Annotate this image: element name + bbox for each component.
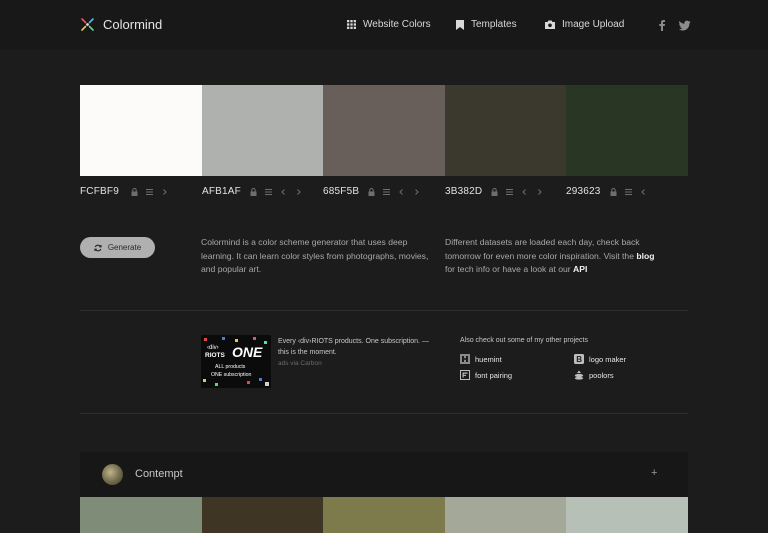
brand-name: Colormind	[103, 17, 163, 32]
project-poolors[interactable]: poolors	[574, 370, 614, 380]
chevron-left-icon[interactable]	[398, 188, 405, 196]
swatch-5[interactable]	[566, 85, 688, 176]
color-code-3[interactable]: 685F5B	[323, 186, 359, 197]
generate-button[interactable]: Generate	[80, 237, 155, 258]
ad-via[interactable]: ads via Carbon	[278, 360, 322, 367]
palette-card-contempt[interactable]: Contempt +	[80, 452, 688, 533]
datasets-text-before: Different datasets are loaded each day, …	[445, 237, 640, 261]
palette-card-swatch-5[interactable]	[566, 497, 688, 533]
nav-templates[interactable]: Templates	[456, 19, 517, 30]
ad-riots-text: RIOTS	[205, 352, 226, 359]
divider	[80, 310, 688, 311]
palette-swatches	[80, 85, 688, 176]
chevron-left-icon[interactable]	[640, 188, 647, 196]
generate-label: Generate	[107, 243, 142, 252]
ad-artwork: ‹div› RIOTS ONE ALL products ONE subscri…	[201, 335, 271, 388]
camera-icon	[545, 20, 555, 29]
nav-website-colors-label: Website Colors	[363, 19, 431, 30]
brand-logo[interactable]: Colormind	[80, 17, 162, 32]
chevron-right-icon[interactable]	[413, 188, 420, 196]
palette-card-swatch-3[interactable]	[323, 497, 445, 533]
chevron-left-icon[interactable]	[280, 188, 287, 196]
datasets-text-middle: for tech info or have a look at our	[445, 264, 574, 274]
lock-icon[interactable]	[250, 187, 257, 196]
huemint-icon	[460, 354, 470, 364]
poolors-icon	[574, 370, 584, 380]
project-huemint-label: huemint	[475, 354, 502, 364]
swatch-3[interactable]	[323, 85, 445, 176]
project-font-pairing[interactable]: font pairing	[460, 370, 512, 380]
palette-name: Contempt	[135, 468, 183, 480]
adjust-icon[interactable]	[265, 188, 272, 196]
about-text: Colormind is a color scheme generator th…	[201, 237, 429, 274]
color-codes-row: FCFBF9 AFB1AF 685F5B 3B382D 293623	[80, 186, 688, 200]
palette-card-swatch-4[interactable]	[445, 497, 566, 533]
twitter-icon[interactable]	[679, 19, 691, 31]
adjust-icon[interactable]	[506, 188, 514, 196]
palette-card-swatches	[80, 497, 688, 533]
color-code-2[interactable]: AFB1AF	[202, 186, 241, 197]
lock-icon[interactable]	[491, 187, 498, 196]
adjust-icon[interactable]	[145, 188, 153, 196]
datasets-text: Different datasets are loaded each day, …	[445, 236, 660, 277]
divider	[80, 413, 688, 414]
nav-website-colors[interactable]: Website Colors	[347, 19, 431, 30]
colormind-logo-icon	[81, 18, 94, 31]
color-code-1[interactable]: FCFBF9	[80, 186, 119, 197]
project-huemint[interactable]: huemint	[460, 354, 502, 364]
palette-card-swatch-1[interactable]	[80, 497, 202, 533]
chevron-right-icon[interactable]	[295, 188, 302, 196]
color-code-group-5: 293623	[566, 186, 647, 197]
facebook-icon[interactable]	[656, 19, 668, 31]
lock-icon[interactable]	[131, 187, 138, 196]
color-code-4[interactable]: 3B382D	[445, 186, 482, 197]
palette-card-swatch-2[interactable]	[202, 497, 323, 533]
color-code-group-3: 685F5B	[323, 186, 420, 197]
project-font-pairing-label: font pairing	[475, 370, 513, 380]
swatch-2[interactable]	[202, 85, 323, 176]
color-code-group-4: 3B382D	[445, 186, 543, 197]
project-logo-maker-label: logo maker	[589, 354, 627, 364]
grid-icon	[347, 20, 356, 29]
lock-icon[interactable]	[610, 187, 617, 196]
nav-image-upload[interactable]: Image Upload	[545, 19, 624, 30]
palette-avatar	[102, 464, 123, 485]
expand-plus-icon[interactable]: +	[651, 467, 657, 479]
svg-text:B: B	[576, 355, 582, 364]
bookmark-icon	[456, 19, 464, 30]
lock-icon[interactable]	[368, 187, 375, 196]
ad-text[interactable]: Every ‹div›RIOTS products. One subscript…	[278, 336, 438, 358]
projects-heading: Also check out some of my other projects	[460, 337, 588, 344]
refresh-icon	[94, 244, 102, 251]
swatch-4[interactable]	[445, 85, 566, 176]
top-bar: Colormind Website Colors Templates Image…	[0, 0, 768, 50]
color-code-5[interactable]: 293623	[566, 186, 601, 197]
ad-one-text: ONE	[232, 344, 263, 360]
chevron-right-icon[interactable]	[161, 188, 168, 196]
ad-subscription-text: ONE subscription	[211, 372, 251, 378]
ad-all-products-text: ALL products	[215, 364, 246, 370]
project-poolors-label: poolors	[589, 370, 614, 380]
nav-templates-label: Templates	[471, 19, 517, 30]
logo-maker-icon: B	[574, 354, 584, 364]
ad-div-text: ‹div›	[207, 345, 219, 351]
ad-image[interactable]: ‹div› RIOTS ONE ALL products ONE subscri…	[201, 335, 271, 388]
adjust-icon[interactable]	[383, 188, 391, 196]
adjust-icon[interactable]	[624, 188, 632, 196]
swatch-1[interactable]	[80, 85, 202, 176]
color-code-group-1: FCFBF9	[80, 186, 168, 197]
project-logo-maker[interactable]: B logo maker	[574, 354, 626, 364]
nav-image-upload-label: Image Upload	[562, 19, 625, 30]
color-code-group-2: AFB1AF	[202, 186, 302, 197]
chevron-left-icon[interactable]	[521, 188, 528, 196]
api-link[interactable]: API	[573, 264, 587, 274]
chevron-right-icon[interactable]	[536, 188, 543, 196]
blog-link[interactable]: blog	[636, 251, 654, 261]
font-pairing-icon	[460, 370, 470, 380]
